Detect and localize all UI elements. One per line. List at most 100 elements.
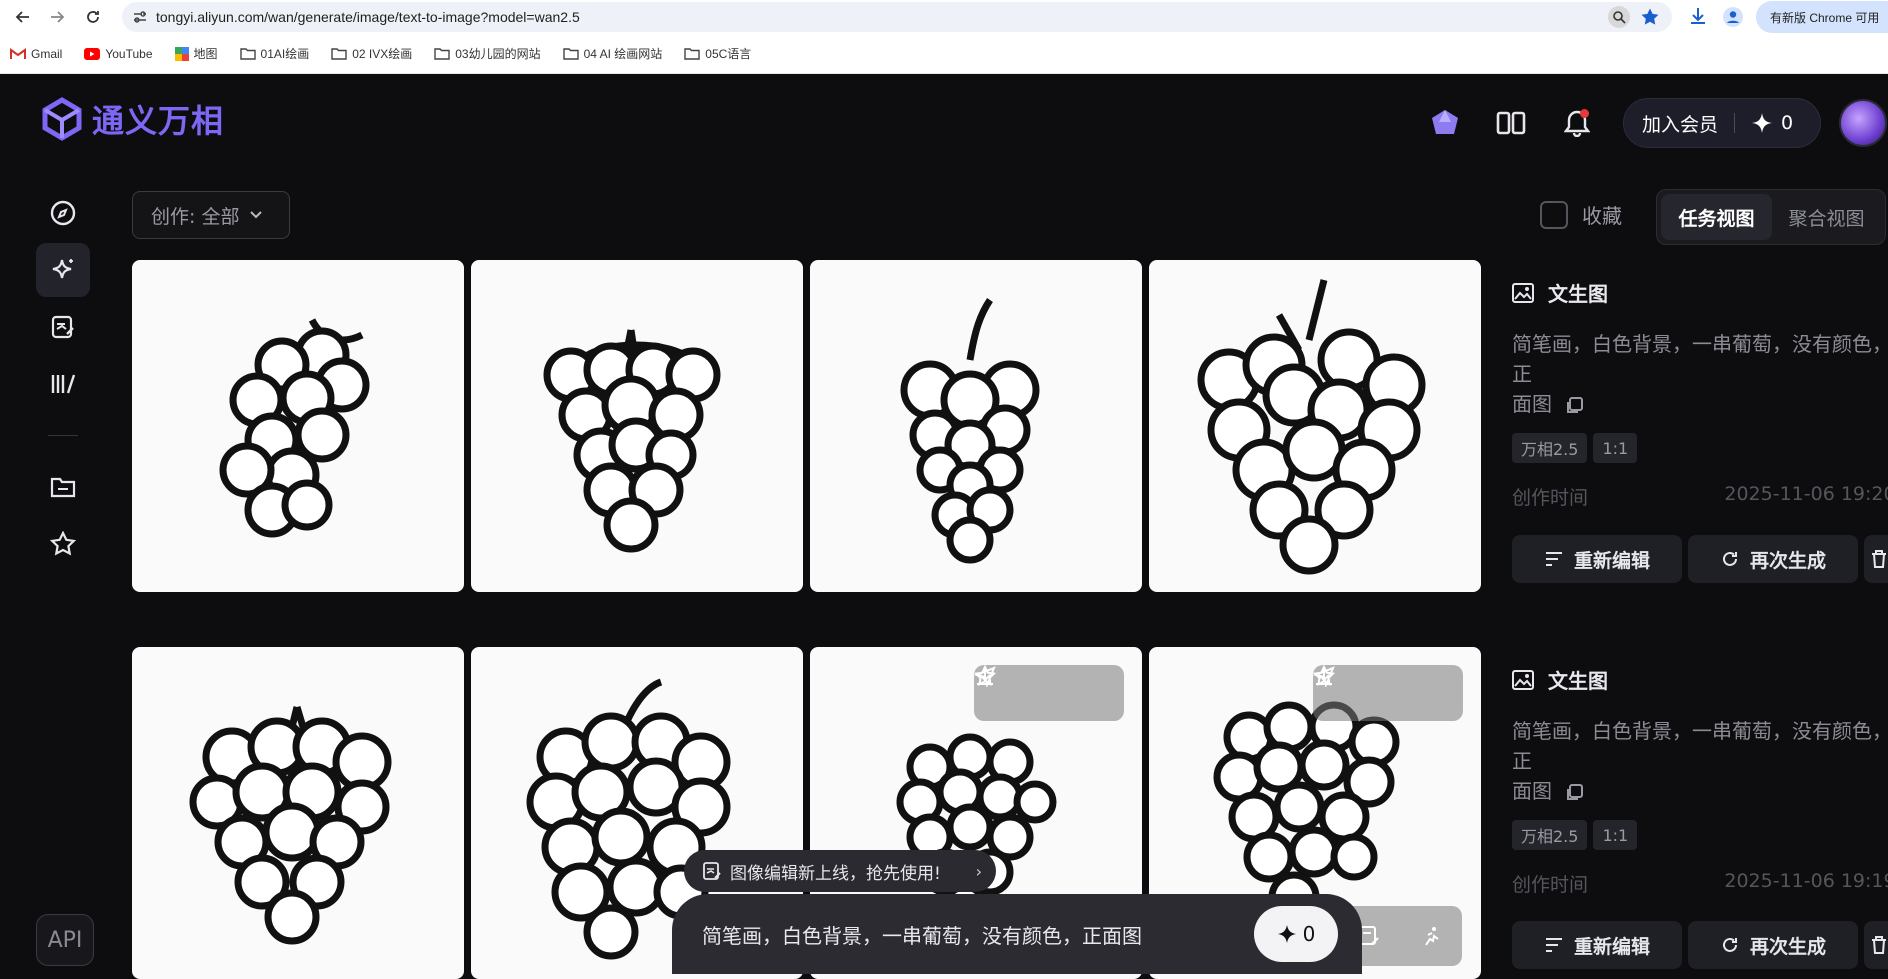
bookmark-label: 04 AI 绘画网站 <box>583 47 663 61</box>
task-info-panel: 文生图 简笔画，白色背景，一串葡萄，没有颜色，正 面图 万相2.5 1:1 创作… <box>1512 665 1888 897</box>
regen-label: 再次生成 <box>1749 935 1826 958</box>
grapes-drawing <box>219 318 370 538</box>
edit-lines-icon <box>1545 938 1562 952</box>
regen-label: 再次生成 <box>1749 549 1826 572</box>
creation-time-value: 2025-11-06 19:19: <box>1724 870 1888 892</box>
star-icon[interactable] <box>974 665 996 687</box>
star-icon <box>50 531 76 556</box>
bookmark-folder-5[interactable]: 05C语言 <box>684 45 751 62</box>
motion-icon[interactable] <box>1420 925 1442 947</box>
task-actions: 重新编辑 再次生成 <box>1512 535 1888 583</box>
favorites-checkbox[interactable] <box>1540 200 1568 229</box>
arrow-left-icon <box>15 11 29 23</box>
sidebar-item-favorites[interactable] <box>36 517 90 571</box>
app-root: 通义万相 加入会员 0 API 创作: 全部 收藏 任务视图 聚合视图 文生图 … <box>0 74 1888 979</box>
bookmark-folder-2[interactable]: 02 IVX绘画 <box>331 45 412 62</box>
notification-dot <box>1580 109 1589 118</box>
address-bar[interactable]: tongyi.aliyun.com/wan/generate/image/tex… <box>122 2 1672 32</box>
grapes-drawing <box>189 705 392 945</box>
feature-banner[interactable]: 图像编辑新上线，抢先使用! › <box>684 850 996 892</box>
prompt-line-2: 面图 <box>1512 392 1552 416</box>
notifications-button[interactable] <box>1557 103 1597 143</box>
folder-icon <box>562 48 579 60</box>
library-icon <box>51 374 76 394</box>
tab-task-view[interactable]: 任务视图 <box>1661 194 1772 240</box>
image-icon <box>1512 282 1534 303</box>
generated-image[interactable] <box>132 260 464 592</box>
regenerate-button[interactable]: 再次生成 <box>1688 921 1858 969</box>
filter-dropdown[interactable]: 创作: 全部 <box>132 191 290 239</box>
bookmark-star-icon[interactable] <box>1640 7 1660 27</box>
sidebar-item-edit[interactable] <box>36 300 90 354</box>
header-actions: 加入会员 0 <box>1425 98 1887 148</box>
prompt-text: 简笔画，白色背景，一串葡萄，没有颜色，正面图 <box>702 923 1142 948</box>
api-button[interactable]: API <box>36 914 94 966</box>
prompt-input[interactable]: 简笔画，白色背景，一串葡萄，没有颜色，正面图 0 <box>672 894 1362 974</box>
folder-icon <box>239 48 256 60</box>
model-button[interactable] <box>1425 103 1465 143</box>
sidebar-item-files[interactable] <box>36 460 90 514</box>
zoom-icon[interactable] <box>1608 6 1630 28</box>
delete-button[interactable] <box>1864 921 1888 969</box>
creation-time-value: 2025-11-06 19:20: <box>1724 483 1888 505</box>
folder-icon <box>434 48 450 60</box>
bookmark-maps[interactable]: 地图 <box>174 45 218 62</box>
guide-button[interactable] <box>1491 103 1531 143</box>
grapes-drawing <box>543 329 721 553</box>
bookmark-folder-3[interactable]: 03幼儿园的网站 <box>434 45 541 62</box>
bookmark-label: 01AI绘画 <box>260 47 310 61</box>
task-type-label: 文生图 <box>1548 282 1608 306</box>
avatar[interactable] <box>1839 99 1887 147</box>
star-icon[interactable] <box>1313 665 1335 687</box>
view-toggle: 任务视图 聚合视图 <box>1656 189 1886 245</box>
bookmark-youtube[interactable]: YouTube <box>84 46 153 61</box>
back-button[interactable] <box>8 2 38 32</box>
creation-time-label: 创作时间 <box>1512 874 1589 896</box>
download-icon[interactable] <box>1688 6 1708 26</box>
task-type: 文生图 <box>1512 278 1888 307</box>
profile-icon[interactable] <box>1722 6 1744 28</box>
sidebar-item-library[interactable] <box>36 357 90 411</box>
site-settings-icon[interactable] <box>132 9 148 25</box>
generated-image[interactable] <box>1149 260 1481 592</box>
chrome-update-button[interactable]: 有新版 Chrome 可用 <box>1756 1 1888 33</box>
sidebar-item-explore[interactable] <box>36 186 90 240</box>
forward-button[interactable] <box>42 2 72 32</box>
ratio-tag: 1:1 <box>1593 820 1638 850</box>
youtube-icon <box>84 47 101 60</box>
task-type-label: 文生图 <box>1548 669 1608 693</box>
grapes-drawing <box>1197 279 1426 575</box>
divider <box>1734 113 1736 133</box>
generated-image[interactable] <box>132 647 464 979</box>
app-logo[interactable]: 通义万相 <box>40 96 224 142</box>
bookmark-folder-4[interactable]: 04 AI 绘画网站 <box>562 45 663 62</box>
tab-aggregate-view[interactable]: 聚合视图 <box>1772 194 1881 240</box>
image-icon <box>1512 669 1534 690</box>
regenerate-button[interactable]: 再次生成 <box>1688 535 1858 583</box>
generated-image[interactable] <box>471 260 803 592</box>
reedit-button[interactable]: 重新编辑 <box>1512 535 1682 583</box>
bookmark-folder-1[interactable]: 01AI绘画 <box>239 45 310 62</box>
copy-icon[interactable] <box>1564 783 1584 803</box>
copy-icon[interactable] <box>1564 396 1584 416</box>
generate-button[interactable]: 0 <box>1254 906 1338 962</box>
delete-button[interactable] <box>1864 535 1888 583</box>
bookmark-label: 05C语言 <box>705 47 752 61</box>
bookmark-gmail[interactable]: Gmail <box>10 47 62 61</box>
sparkle-icon <box>52 259 73 279</box>
generate-count: 0 <box>1302 922 1316 946</box>
reload-button[interactable] <box>78 2 108 32</box>
task-actions: 重新编辑 再次生成 <box>1512 921 1888 969</box>
bookmark-label: YouTube <box>105 46 153 61</box>
task-tags: 万相2.5 1:1 <box>1512 433 1888 463</box>
favorites-filter[interactable]: 收藏 <box>1540 200 1622 229</box>
sidebar-item-generate[interactable] <box>36 243 90 297</box>
reedit-button[interactable]: 重新编辑 <box>1512 921 1682 969</box>
banner-text: 图像编辑新上线，抢先使用! <box>730 863 941 884</box>
generated-image[interactable] <box>810 260 1142 592</box>
task-tags: 万相2.5 1:1 <box>1512 820 1888 850</box>
arrow-right-icon <box>51 11 65 23</box>
image-hover-toolbar <box>1313 665 1463 721</box>
edit-image-icon <box>51 315 74 339</box>
membership-button[interactable]: 加入会员 0 <box>1623 98 1821 148</box>
